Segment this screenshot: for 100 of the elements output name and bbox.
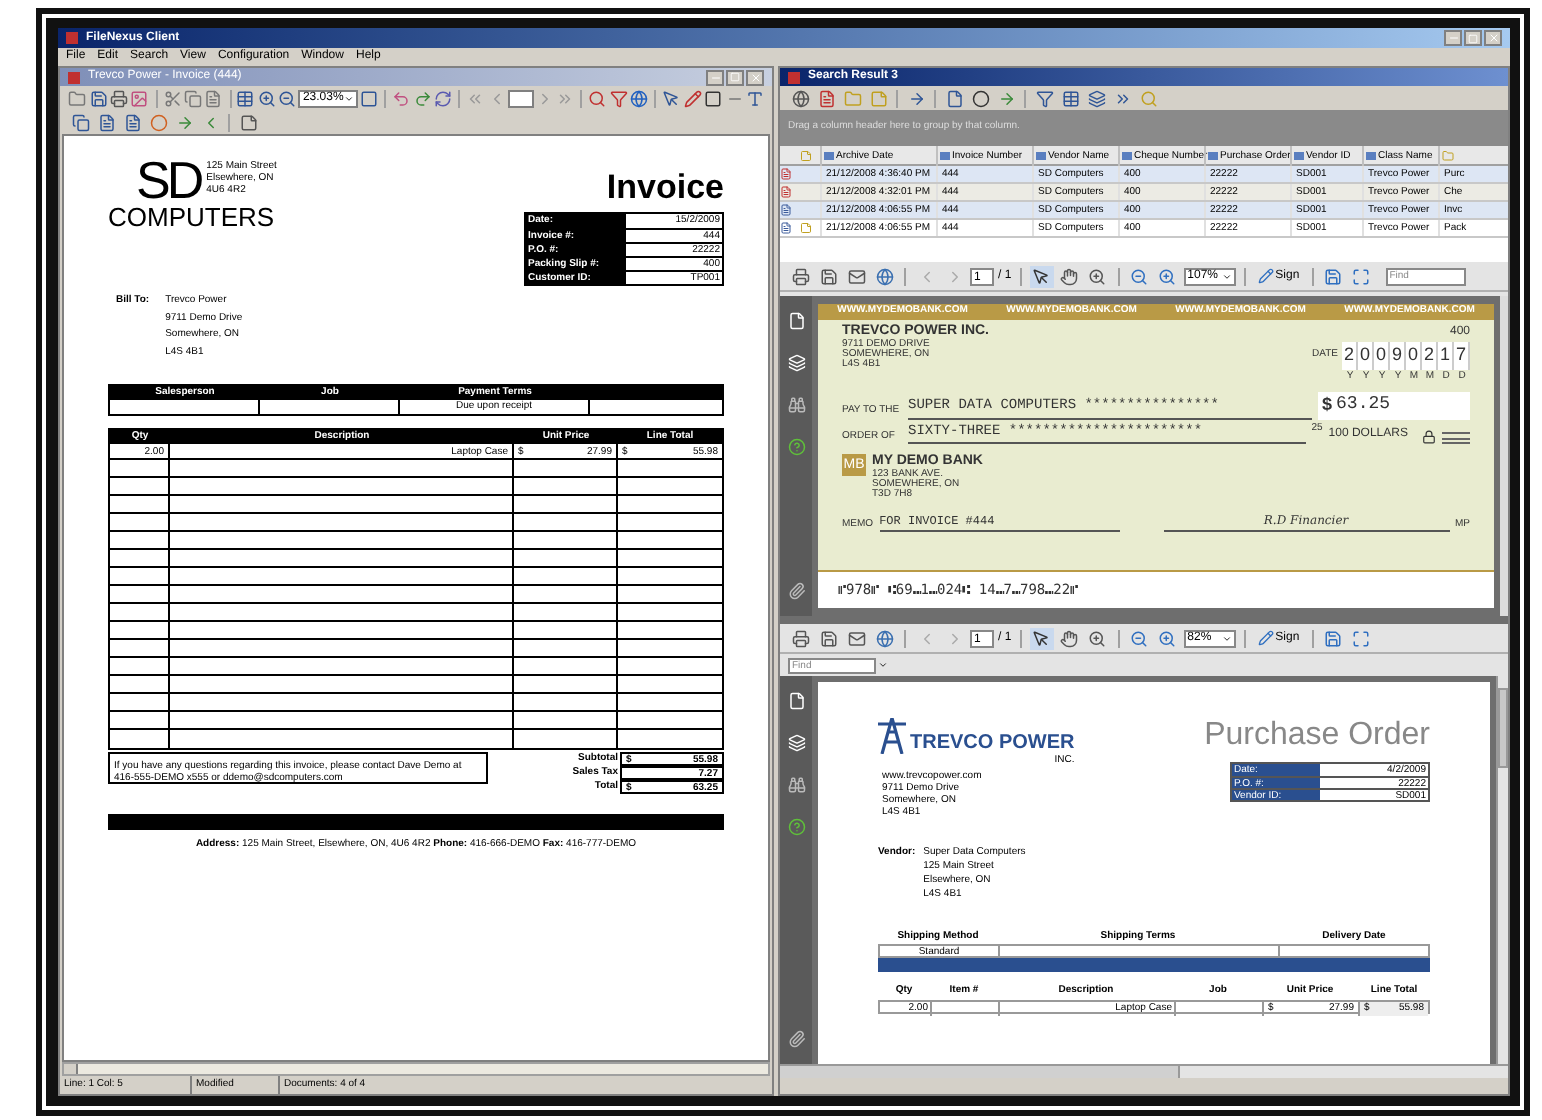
circle-button[interactable]: [968, 87, 992, 109]
vertical-scrollbar[interactable]: [1500, 296, 1508, 616]
minimize-button[interactable]: [706, 69, 724, 85]
save-form-button[interactable]: [1321, 627, 1346, 649]
print-button[interactable]: [109, 88, 129, 110]
export-button[interactable]: [94, 112, 118, 134]
folder-icon: [843, 89, 861, 107]
app-icon: [788, 71, 800, 83]
last-page-icon: [556, 90, 575, 108]
pages-icon[interactable]: [787, 312, 805, 330]
rotate-left-button[interactable]: [392, 88, 411, 110]
layers-icon[interactable]: [787, 354, 805, 372]
filter-button[interactable]: [609, 88, 629, 110]
arrow-icon: [907, 89, 925, 107]
select-tool-button[interactable]: [1029, 265, 1054, 287]
security-note-drawing: [1442, 432, 1470, 444]
full-screen-button[interactable]: [1349, 265, 1374, 287]
zoom-tool-button[interactable]: [1085, 627, 1110, 649]
help-icon[interactable]: [787, 438, 805, 456]
vertical-scrollbar[interactable]: [1496, 676, 1508, 1064]
maximize-button[interactable]: [726, 69, 744, 85]
zoom-out-icon: [1130, 267, 1149, 285]
open-button[interactable]: [68, 88, 87, 110]
page-button[interactable]: [942, 87, 966, 109]
horizontal-scrollbar[interactable]: [780, 1064, 1508, 1078]
text-icon: [745, 90, 764, 108]
full-screen-button[interactable]: [1349, 627, 1374, 649]
email-button[interactable]: [844, 265, 868, 287]
pages-icon[interactable]: [787, 692, 805, 710]
table-button[interactable]: [1058, 87, 1082, 109]
text-button[interactable]: [745, 88, 765, 110]
filter-icon: [1035, 89, 1053, 107]
select-tool-icon: [1032, 629, 1051, 647]
zoom-out-button[interactable]: [278, 88, 297, 110]
select-tool-button[interactable]: [1029, 627, 1054, 649]
rotate-right-icon: [413, 90, 432, 108]
find-button[interactable]: [588, 88, 608, 110]
page-field[interactable]: [507, 90, 534, 108]
email-button[interactable]: [844, 627, 868, 649]
horizontal-scrollbar[interactable]: [62, 1062, 770, 1076]
copy-button[interactable]: [183, 88, 203, 110]
zoom-out-button[interactable]: [1127, 627, 1152, 649]
minimize-button[interactable]: [1444, 30, 1462, 46]
filter-button[interactable]: [1032, 87, 1056, 109]
document-button[interactable]: [204, 88, 224, 110]
paperclip-icon[interactable]: [787, 582, 805, 600]
zoom-out-button[interactable]: [1127, 265, 1152, 287]
save-button[interactable]: [88, 88, 108, 110]
binoculars-icon[interactable]: [787, 776, 805, 794]
forward-icon: [997, 89, 1015, 107]
caret-icon: [1221, 633, 1232, 643]
print-icon: [791, 267, 809, 285]
save-icon: [819, 267, 837, 285]
maximize-button[interactable]: [1464, 30, 1482, 46]
zoom-in-button[interactable]: [1155, 265, 1180, 287]
cut-button[interactable]: [162, 88, 182, 110]
share-button[interactable]: [872, 265, 896, 287]
hand-tool-button[interactable]: [1057, 627, 1082, 649]
zoom-out-icon: [278, 90, 297, 108]
search-icon: [1139, 89, 1157, 107]
globe-button[interactable]: [788, 87, 812, 109]
globe-icon: [791, 89, 809, 107]
pen-button[interactable]: [683, 88, 702, 110]
invoice-title: Invoice: [606, 166, 724, 208]
app-icon: [68, 71, 80, 83]
binoculars-icon[interactable]: [787, 396, 805, 414]
fit-page-button[interactable]: [236, 88, 256, 110]
copy-icon: [71, 114, 89, 132]
document-button[interactable]: [814, 87, 838, 109]
share-button[interactable]: [872, 627, 896, 649]
dropdown-icon[interactable]: [878, 660, 888, 670]
close-button[interactable]: [1484, 30, 1502, 46]
flip-button[interactable]: [433, 88, 453, 110]
image-button[interactable]: [130, 88, 150, 110]
layers-icon[interactable]: [787, 734, 805, 752]
save-button[interactable]: [816, 265, 840, 287]
import-button[interactable]: [120, 112, 144, 134]
copy-button[interactable]: [68, 112, 92, 134]
zoom-in-button[interactable]: [257, 88, 277, 110]
date-digit: 0: [1406, 342, 1422, 369]
close-button[interactable]: [746, 69, 764, 85]
globe-button[interactable]: [630, 88, 649, 110]
zoom-in-button[interactable]: [1155, 627, 1180, 649]
save-button[interactable]: [816, 627, 840, 649]
save-form-button[interactable]: [1321, 265, 1346, 287]
help-icon[interactable]: [787, 818, 805, 836]
image-icon: [130, 90, 149, 108]
print-button[interactable]: [788, 627, 812, 649]
maximize-icon: [730, 72, 740, 82]
share-icon: [875, 629, 893, 647]
print-button[interactable]: [788, 265, 812, 287]
hand-tool-button[interactable]: [1057, 265, 1082, 287]
open-icon: [68, 90, 87, 108]
save-form-icon: [1324, 629, 1343, 647]
rectangle-button[interactable]: [703, 88, 723, 110]
pointer-button[interactable]: [662, 88, 682, 110]
rotate-right-button[interactable]: [412, 88, 432, 110]
document-icon: [204, 90, 223, 108]
zoom-tool-button[interactable]: [1085, 265, 1110, 287]
paperclip-icon[interactable]: [787, 1030, 805, 1048]
